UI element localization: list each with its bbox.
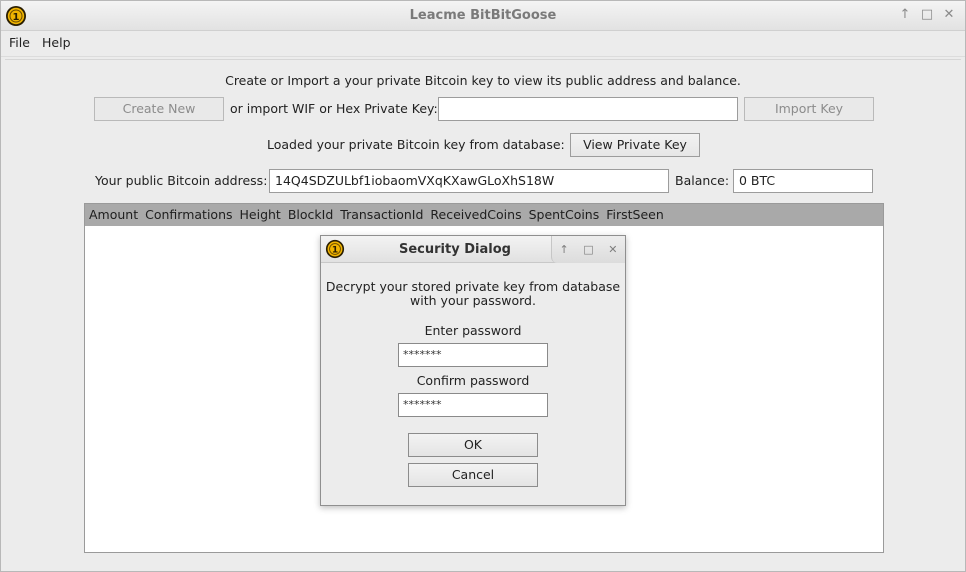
column-header-blockid[interactable]: BlockId: [288, 204, 333, 226]
column-header-spentcoins[interactable]: SpentCoins: [529, 204, 600, 226]
close-icon[interactable]: ✕: [606, 243, 620, 256]
column-header-receivedcoins[interactable]: ReceivedCoins: [430, 204, 521, 226]
menu-bar: File Help: [1, 31, 965, 57]
balance-field[interactable]: 0 BTC: [733, 169, 873, 193]
maximize-up-icon[interactable]: ↑: [897, 7, 913, 23]
confirm-password-label: Confirm password: [416, 373, 530, 388]
dialog-message-line2: with your password.: [410, 293, 536, 308]
window-controls: ↑ □ ✕: [897, 7, 957, 23]
dialog-message-line1: Decrypt your stored private key from dat…: [325, 279, 621, 294]
title-bar[interactable]: 1 Leacme BitBitGoose ↑ □ ✕: [1, 1, 965, 31]
create-new-button[interactable]: Create New: [94, 97, 224, 121]
close-icon[interactable]: ✕: [941, 7, 957, 23]
dialog-title: Security Dialog: [399, 242, 511, 257]
balance-label: Balance:: [675, 173, 730, 188]
ok-button[interactable]: OK: [408, 433, 538, 457]
import-label: or import WIF or Hex Private Key:: [230, 101, 438, 116]
dialog-title-bar[interactable]: 1 Security Dialog ↑ □ ✕: [321, 236, 625, 263]
enter-password-field[interactable]: *******: [398, 343, 548, 367]
table-header: Amount Confirmations Height BlockId Tran…: [85, 204, 883, 226]
loaded-key-text: Loaded your private Bitcoin key from dat…: [267, 137, 565, 152]
enter-password-label: Enter password: [424, 323, 522, 338]
window-title: Leacme BitBitGoose: [409, 8, 557, 23]
import-key-button[interactable]: Import Key: [744, 97, 874, 121]
bitcoin-goose-icon: 1: [325, 239, 345, 259]
cancel-button[interactable]: Cancel: [408, 463, 538, 487]
maximize-up-icon[interactable]: ↑: [557, 243, 571, 256]
column-header-firstseen[interactable]: FirstSeen: [606, 204, 664, 226]
restore-icon[interactable]: □: [581, 243, 595, 256]
svg-text:1: 1: [332, 246, 338, 256]
public-address-field[interactable]: 14Q4SDZULbf1iobaomVXqKXawGLoXhS18W: [269, 169, 669, 193]
public-address-label: Your public Bitcoin address:: [95, 173, 268, 188]
column-header-amount[interactable]: Amount: [89, 204, 138, 226]
column-header-transactionid[interactable]: TransactionId: [340, 204, 423, 226]
restore-icon[interactable]: □: [919, 7, 935, 23]
private-key-input[interactable]: [438, 97, 738, 121]
security-dialog: 1 Security Dialog ↑ □ ✕ Decrypt your sto…: [320, 235, 626, 506]
dialog-window-controls: ↑ □ ✕: [551, 236, 625, 263]
app-window: 1 Leacme BitBitGoose ↑ □ ✕ File Help Cre…: [0, 0, 966, 572]
column-header-height[interactable]: Height: [240, 204, 281, 226]
menu-file[interactable]: File: [9, 35, 30, 50]
menu-help[interactable]: Help: [42, 35, 71, 50]
column-header-confirmations[interactable]: Confirmations: [145, 204, 232, 226]
intro-text: Create or Import a your private Bitcoin …: [225, 73, 741, 88]
confirm-password-field[interactable]: *******: [398, 393, 548, 417]
view-private-key-button[interactable]: View Private Key: [570, 133, 700, 157]
